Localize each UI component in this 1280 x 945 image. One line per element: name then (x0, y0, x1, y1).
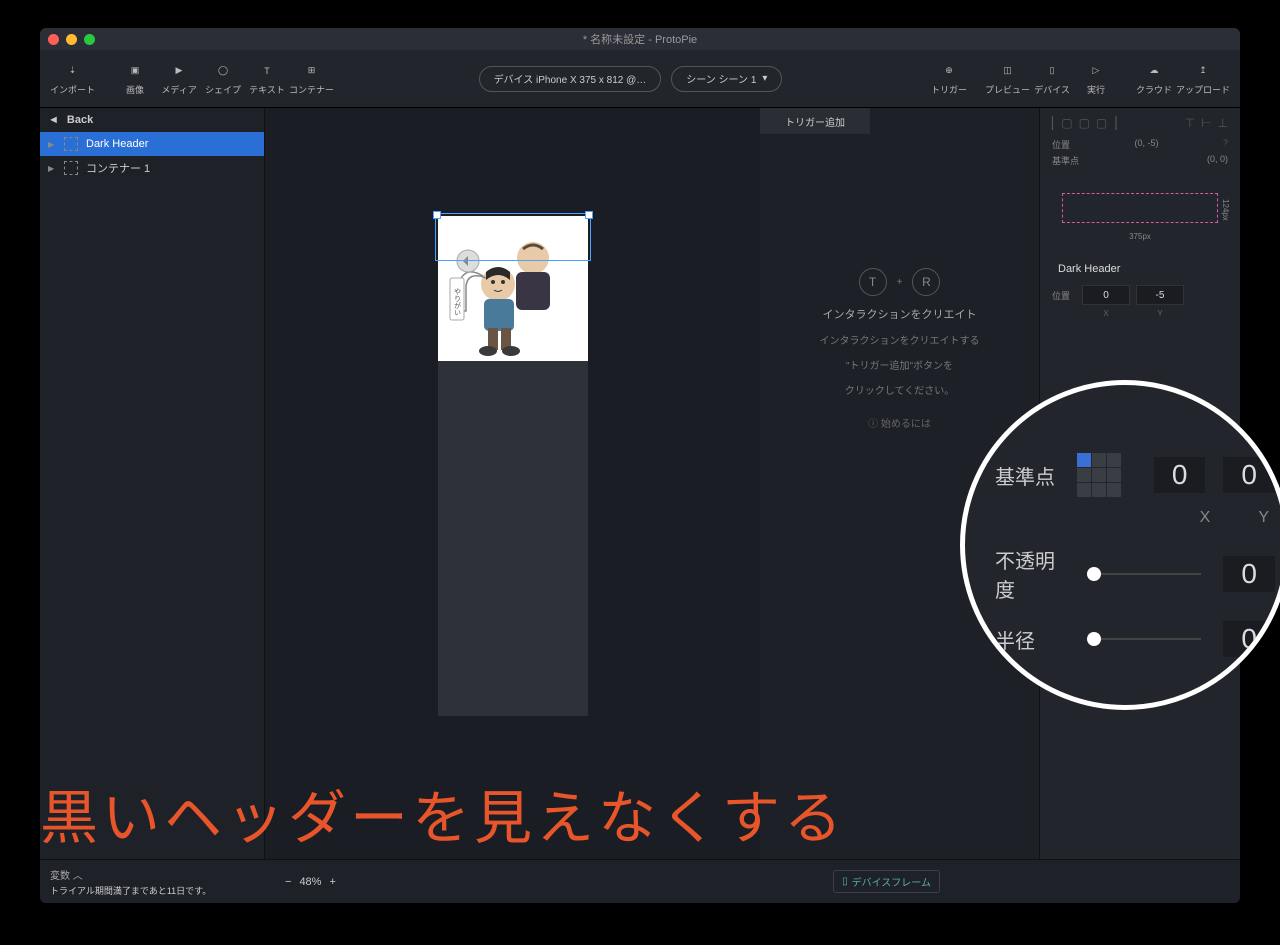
container-icon: ⊞ (303, 62, 321, 80)
size-preview: 124px 375px (1052, 185, 1228, 245)
chevron-down-icon: ▾ (762, 73, 767, 84)
artboard-image[interactable]: やりがい (438, 216, 588, 361)
canvas[interactable]: やりがい (265, 108, 760, 859)
align-left-icon[interactable]: ▏▢ (1052, 116, 1073, 130)
svg-text:やりがい: やりがい (453, 288, 461, 316)
artboard[interactable]: やりがい (438, 216, 588, 716)
plus-box-icon: ⊕ (940, 62, 958, 80)
magnifier-overlay: 基準点 0 0 X Y 不透明度 0 半径 0 (960, 380, 1280, 710)
chevron-up-icon: ︿ (73, 871, 83, 882)
layer-thumb-icon (64, 137, 78, 151)
cloud-button[interactable]: ☁クラウド (1132, 62, 1176, 96)
align-center-icon[interactable]: ▢ (1079, 116, 1090, 130)
image-button[interactable]: ▣画像 (113, 62, 157, 96)
trigger-t-icon[interactable]: T (859, 268, 887, 296)
phone-icon: ▯ (1043, 62, 1061, 80)
align-top-icon[interactable]: ⊤ (1185, 116, 1195, 130)
info-icon: ⓘ (868, 419, 878, 430)
layer-item-dark-header[interactable]: ▶ Dark Header (40, 132, 264, 156)
download-icon: ⇣ (64, 62, 82, 80)
response-r-icon[interactable]: R (912, 268, 940, 296)
media-button[interactable]: ▶メディア (157, 62, 201, 96)
device-selector[interactable]: デバイス iPhone X 375 x 812 @… (479, 66, 662, 92)
trial-notice: トライアル期間満了まであと11日です。 (50, 884, 255, 897)
origin-picker[interactable] (1077, 453, 1121, 497)
scene-selector[interactable]: シーン シーン 1▾ (671, 66, 782, 92)
minimize-icon[interactable] (66, 34, 77, 45)
traffic-lights (48, 34, 95, 45)
layer-item-container-1[interactable]: ▶ コンテナー 1 (40, 156, 264, 180)
play-icon: ▷ (1087, 62, 1105, 80)
media-icon: ▶ (170, 62, 188, 80)
illustration-icon: やりがい (438, 216, 588, 361)
origin-y-value[interactable]: 0 (1223, 457, 1275, 493)
expand-icon[interactable]: ▶ (48, 140, 56, 149)
align-bottom-icon[interactable]: ⊥ (1218, 116, 1228, 130)
upload-button[interactable]: ↥アップロード (1176, 62, 1230, 96)
x-input[interactable] (1082, 285, 1130, 305)
origin-x-value[interactable]: 0 (1154, 457, 1206, 493)
zoom-level[interactable]: 48% (299, 876, 321, 888)
opacity-slider[interactable] (1087, 573, 1201, 575)
window-title: * 名称未設定 - ProtoPie (40, 31, 1240, 47)
preview-icon: ◫ (998, 62, 1016, 80)
back-icon: ◄ (48, 114, 59, 126)
variables-button[interactable]: 変数 ︿ (50, 867, 255, 882)
footer: 変数 ︿ トライアル期間満了まであと11日です。 − 48% + ▯ デバイスフ… (40, 859, 1240, 903)
toolbar: ⇣ インポート ▣画像 ▶メディア ◯シェイプ Tテキスト ⊞コンテナー デバイ… (40, 50, 1240, 108)
expand-icon[interactable]: ▶ (48, 164, 56, 173)
plus-icon: + (897, 277, 903, 288)
shape-button[interactable]: ◯シェイプ (201, 62, 245, 96)
radius-slider[interactable] (1087, 638, 1201, 640)
back-button[interactable]: ◄ Back (40, 108, 264, 132)
trigger-tab[interactable]: トリガー追加 (760, 108, 870, 134)
phone-icon: ▯ (842, 876, 848, 887)
close-icon[interactable] (48, 34, 59, 45)
help-icon[interactable]: ? (1223, 138, 1228, 151)
upload-icon: ↥ (1194, 62, 1212, 80)
device-button[interactable]: ▯デバイス (1030, 62, 1074, 96)
radius-value[interactable]: 0 (1223, 621, 1275, 657)
preview-button[interactable]: ◫プレビュー (985, 62, 1030, 96)
run-button[interactable]: ▷実行 (1074, 62, 1118, 96)
trigger-heading: インタラクションをクリエイト (823, 306, 977, 322)
container-button[interactable]: ⊞コンテナー (289, 62, 334, 96)
titlebar: * 名称未設定 - ProtoPie (40, 28, 1240, 50)
device-frame-toggle[interactable]: ▯ デバイスフレーム (833, 870, 940, 893)
maximize-icon[interactable] (84, 34, 95, 45)
image-icon: ▣ (126, 62, 144, 80)
zoom-in-button[interactable]: + (329, 876, 335, 888)
cloud-icon: ☁ (1145, 62, 1163, 80)
opacity-value[interactable]: 0 (1223, 556, 1275, 592)
zoom-out-button[interactable]: − (285, 876, 291, 888)
annotation-caption: 黒いヘッダーを見えなくする (40, 771, 1260, 855)
align-middle-icon[interactable]: ⊢ (1201, 116, 1211, 130)
layers-panel: ◄ Back ▶ Dark Header ▶ コンテナー 1 (40, 108, 265, 859)
align-right-icon[interactable]: ▢▕ (1096, 116, 1117, 130)
layer-thumb-icon (64, 161, 78, 175)
text-button[interactable]: Tテキスト (245, 62, 289, 96)
import-button[interactable]: ⇣ インポート (50, 62, 95, 96)
y-input[interactable] (1136, 285, 1184, 305)
trigger-button[interactable]: ⊕トリガー (927, 62, 971, 96)
text-icon: T (258, 62, 276, 80)
shape-icon: ◯ (214, 62, 232, 80)
